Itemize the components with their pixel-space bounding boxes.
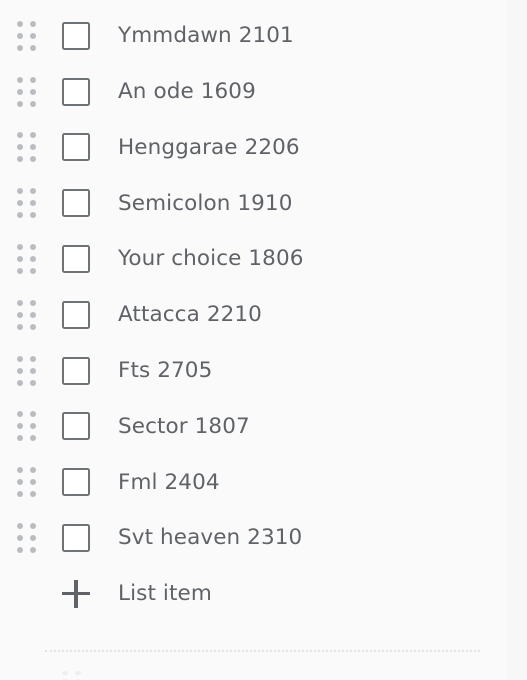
list-item-label: Your choice 1806 xyxy=(118,246,304,272)
sortable-list-panel: Ymmdawn 2101 An ode 1609 Henggarae 2206 Sem… xyxy=(0,0,506,680)
list-item[interactable]: An ode 1609 xyxy=(0,64,506,120)
add-list-item-row[interactable]: List item xyxy=(0,566,506,622)
checkbox-unchecked-icon[interactable] xyxy=(62,21,90,50)
dotted-divider xyxy=(45,650,480,652)
list-item-label: Sector 1807 xyxy=(118,413,250,439)
list-item-label: Fts 2705 xyxy=(118,357,213,383)
checkbox-unchecked-icon[interactable] xyxy=(62,356,90,385)
list-item[interactable]: Ymmdawn 2101 xyxy=(0,8,506,64)
list-item[interactable]: Semicolon 1910 xyxy=(0,175,506,231)
list-item[interactable]: Sector 1807 xyxy=(0,399,506,455)
drag-handle-icon[interactable] xyxy=(14,20,38,51)
next-item-peek-drag-handle-icon xyxy=(62,671,84,680)
list-item[interactable]: Fml 2404 xyxy=(0,454,506,510)
checkbox-unchecked-icon[interactable] xyxy=(62,245,90,274)
list-item[interactable]: Fts 2705 xyxy=(0,343,506,399)
drag-handle-icon[interactable] xyxy=(14,355,38,386)
app-root: Ymmdawn 2101 An ode 1609 Henggarae 2206 Sem… xyxy=(0,0,527,680)
drag-handle-icon[interactable] xyxy=(14,132,38,163)
checkbox-unchecked-icon[interactable] xyxy=(62,300,90,329)
drag-handle-icon[interactable] xyxy=(14,299,38,330)
drag-handle-icon[interactable] xyxy=(14,411,38,442)
checkbox-unchecked-icon[interactable] xyxy=(62,133,90,162)
list-item-label: Semicolon 1910 xyxy=(118,190,293,216)
list-item[interactable]: Your choice 1806 xyxy=(0,231,506,287)
drag-handle-icon[interactable] xyxy=(14,188,38,219)
checkbox-unchecked-icon[interactable] xyxy=(62,524,90,553)
checkbox-unchecked-icon[interactable] xyxy=(62,412,90,441)
drag-handle-icon[interactable] xyxy=(14,523,38,554)
checkbox-unchecked-icon[interactable] xyxy=(62,77,90,106)
checkbox-unchecked-icon[interactable] xyxy=(62,189,90,218)
drag-handle-icon[interactable] xyxy=(14,244,38,275)
checkbox-unchecked-icon[interactable] xyxy=(62,468,90,497)
list-item-label: Henggarae 2206 xyxy=(118,134,300,160)
drag-handle-icon[interactable] xyxy=(14,467,38,498)
add-list-item-label: List item xyxy=(118,581,212,607)
list-item-label: Ymmdawn 2101 xyxy=(118,23,294,49)
list-item[interactable]: Attacca 2210 xyxy=(0,287,506,343)
plus-icon[interactable] xyxy=(62,579,90,608)
list-item[interactable]: Svt heaven 2310 xyxy=(0,510,506,566)
list-item-label: Fml 2404 xyxy=(118,469,220,495)
list-item-label: Svt heaven 2310 xyxy=(118,525,303,551)
list-item[interactable]: Henggarae 2206 xyxy=(0,120,506,176)
list-item-label: Attacca 2210 xyxy=(118,302,262,328)
drag-handle-icon[interactable] xyxy=(14,76,38,107)
list-item-label: An ode 1609 xyxy=(118,78,256,104)
